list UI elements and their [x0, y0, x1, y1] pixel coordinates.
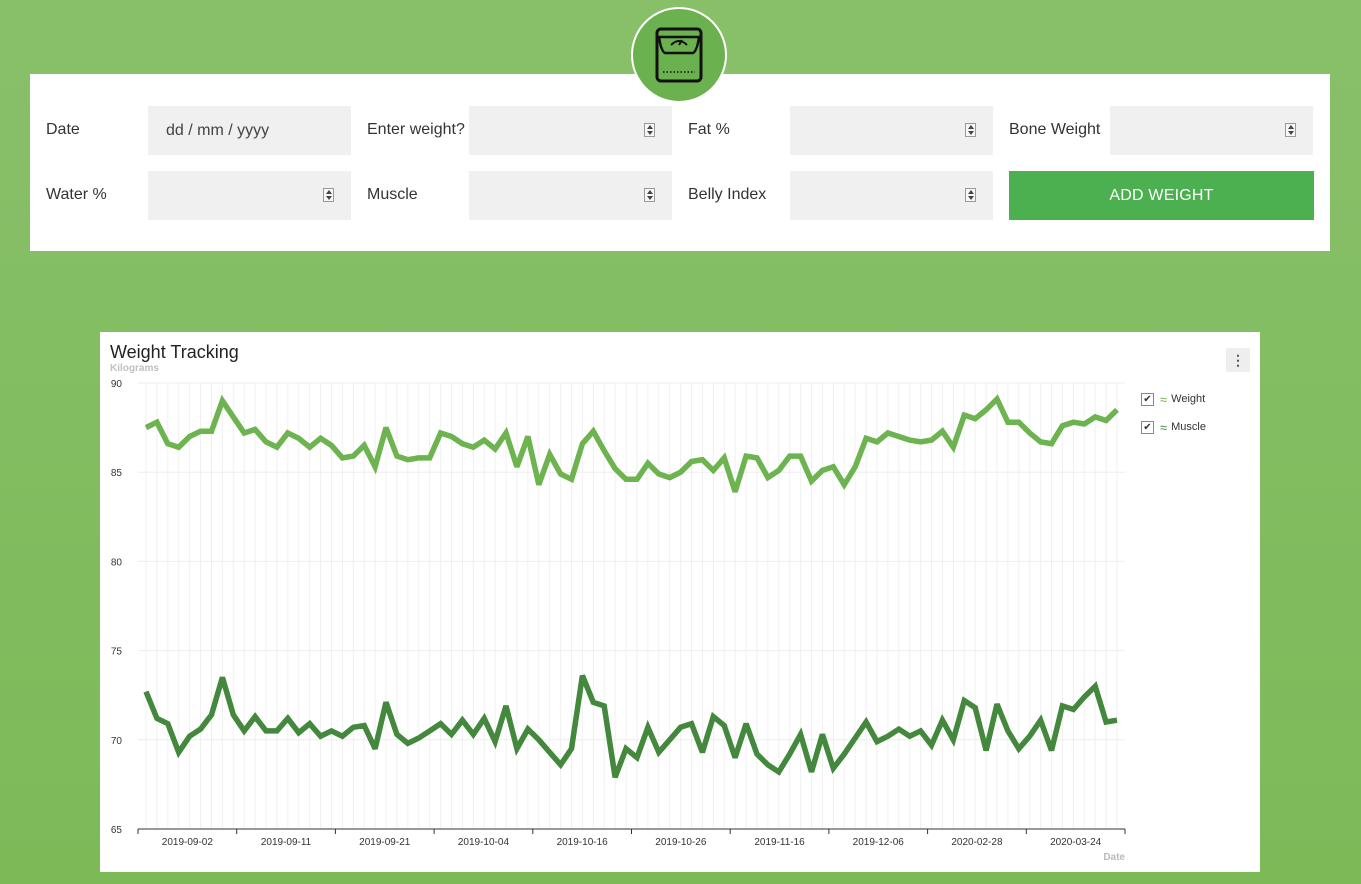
legend-line-icon: ≈: [1160, 391, 1168, 407]
x-tick-label: 2019-10-16: [557, 837, 609, 848]
x-tick-label: 2020-02-28: [951, 837, 1003, 848]
chart-title: Weight Tracking: [110, 342, 239, 362]
x-tick-label: 2020-03-24: [1050, 837, 1102, 848]
more-vertical-icon: ⋮: [1231, 351, 1245, 368]
date-label: Date: [46, 121, 80, 138]
x-tick-label: 2019-09-21: [359, 837, 411, 848]
weight-chart-panel: Weight Tracking Kilograms ⋮ ✔ ≈ Weight ✔…: [100, 332, 1260, 872]
water-spinner[interactable]: [323, 188, 334, 202]
add-weight-button[interactable]: ADD WEIGHT: [1009, 171, 1314, 220]
fat-label: Fat %: [688, 121, 730, 138]
muscle-spinner[interactable]: [644, 188, 655, 202]
bone-weight-input[interactable]: [1110, 106, 1313, 155]
y-tick-label: 65: [111, 825, 123, 836]
x-tick-label: 2019-09-02: [162, 837, 214, 848]
belly-index-label: Belly Index: [688, 186, 767, 203]
water-label: Water %: [46, 186, 107, 203]
weight-chart: 65 70 75 80 85 90 2019-09-02 2019-09-11 2019-09-…: [111, 379, 1126, 863]
belly-index-spinner[interactable]: [965, 188, 976, 202]
date-input[interactable]: dd / mm / yyyy: [148, 106, 351, 155]
legend-line-icon: ≈: [1160, 419, 1168, 435]
scale-icon: [655, 27, 703, 83]
weight-spinner[interactable]: [644, 123, 655, 137]
legend-label-weight: Weight: [1171, 393, 1206, 405]
date-placeholder: dd / mm / yyyy: [166, 122, 270, 139]
legend-item-muscle[interactable]: ✔ ≈ Muscle: [1141, 419, 1206, 435]
y-tick-label: 70: [111, 736, 123, 747]
bone-weight-spinner[interactable]: [1285, 123, 1296, 137]
x-tick-label: 2019-10-26: [655, 837, 707, 848]
y-tick-label: 75: [111, 647, 123, 658]
weight-input[interactable]: [469, 106, 672, 155]
scale-logo: [631, 7, 727, 103]
fat-input[interactable]: [790, 106, 993, 155]
chart-menu-button[interactable]: ⋮: [1226, 348, 1250, 372]
y-tick-label: 85: [111, 468, 123, 479]
legend-checkbox-muscle[interactable]: ✔: [1141, 420, 1154, 434]
weight-label: Enter weight?: [367, 121, 465, 138]
x-axis-label: Date: [1103, 852, 1125, 863]
chart-subtitle: Kilograms: [110, 363, 159, 374]
bone-weight-label: Bone Weight: [1009, 121, 1101, 138]
muscle-label: Muscle: [367, 186, 418, 203]
series-line-muscle: [143, 674, 1118, 779]
series-line-weight: [144, 394, 1119, 493]
y-tick-label: 80: [111, 557, 123, 568]
y-tick-label: 90: [111, 379, 123, 390]
x-tick-label: 2019-12-06: [853, 837, 905, 848]
muscle-input[interactable]: [469, 171, 672, 220]
fat-spinner[interactable]: [965, 123, 976, 137]
belly-index-input[interactable]: [790, 171, 993, 220]
legend-item-weight[interactable]: ✔ ≈ Weight: [1141, 391, 1205, 407]
x-tick-label: 2019-10-04: [458, 837, 510, 848]
legend-checkbox-weight[interactable]: ✔: [1141, 392, 1154, 406]
legend-label-muscle: Muscle: [1171, 421, 1206, 433]
water-input[interactable]: [148, 171, 351, 220]
x-tick-label: 2019-11-16: [754, 837, 805, 848]
x-tick-label: 2019-09-11: [261, 837, 312, 848]
